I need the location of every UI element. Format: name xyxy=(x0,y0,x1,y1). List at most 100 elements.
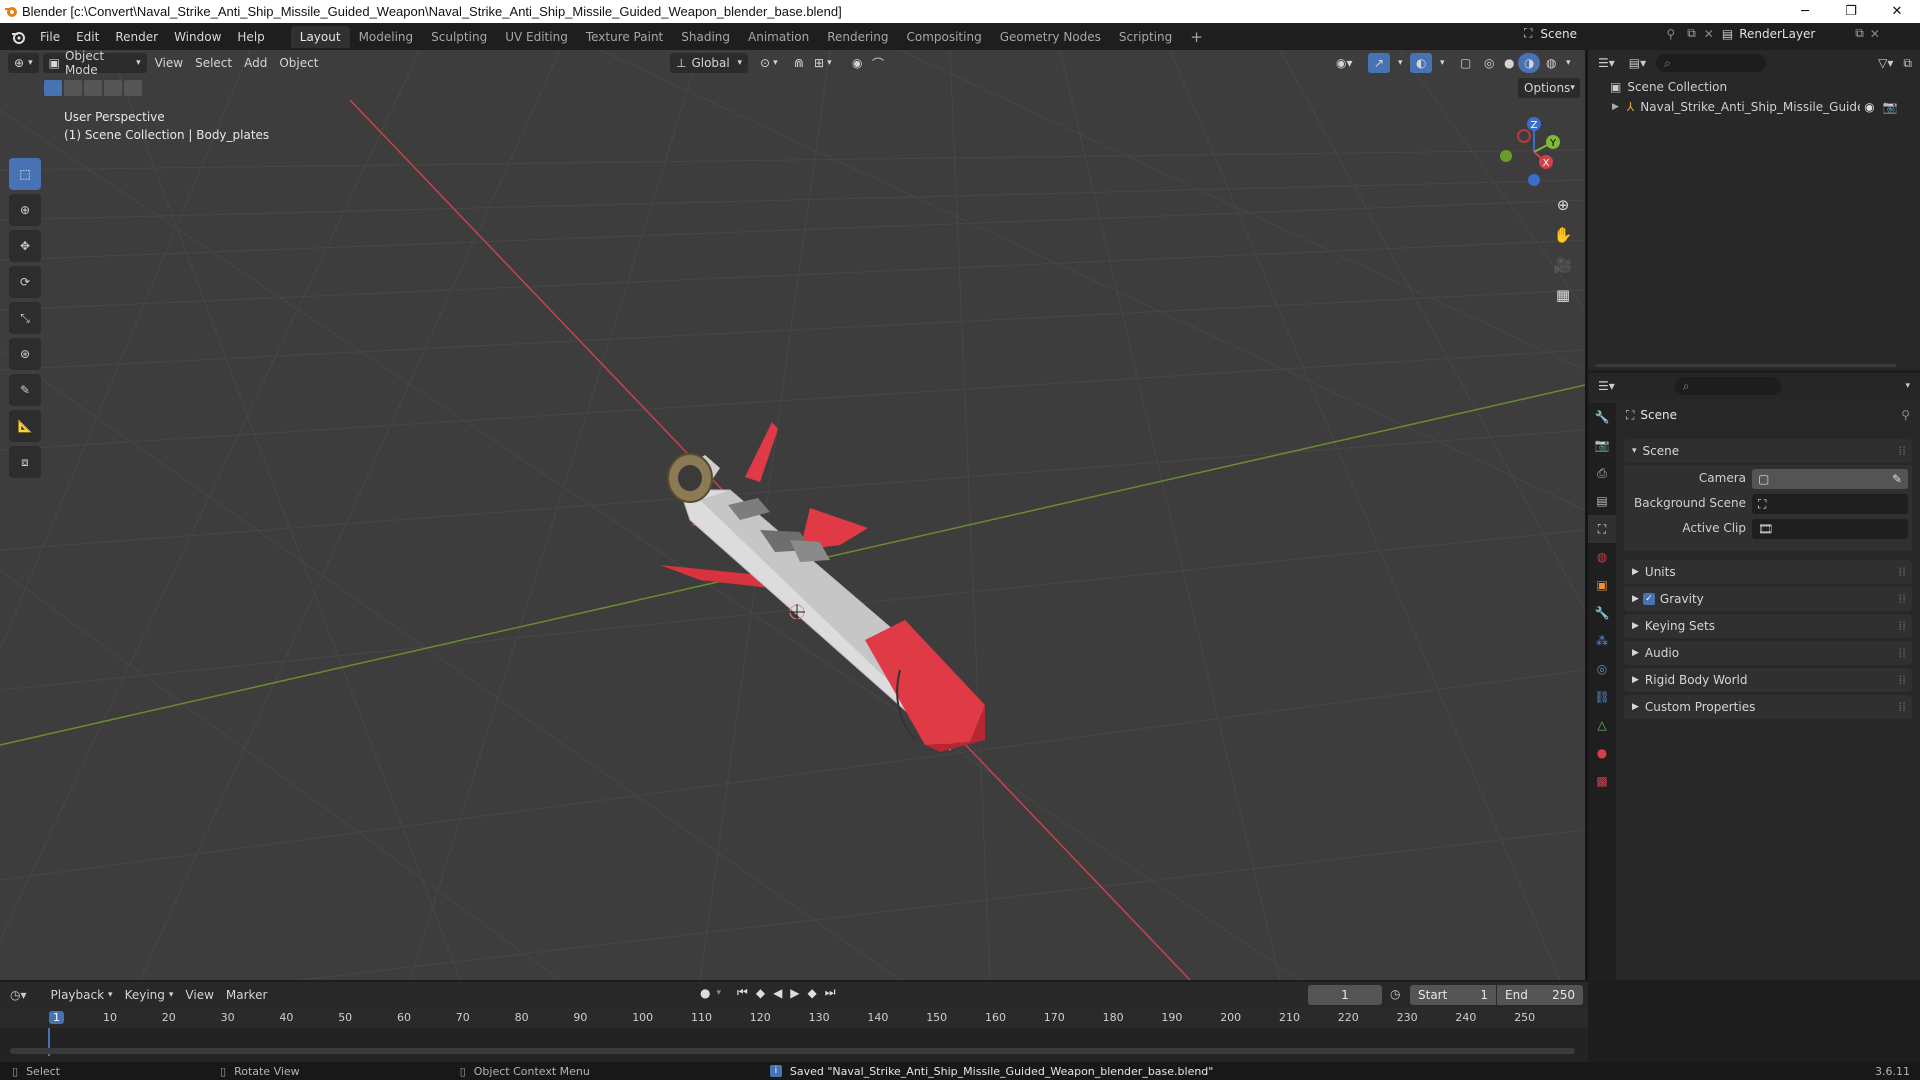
play-reverse-icon[interactable]: ◀ xyxy=(773,986,782,1000)
display-mode-icon[interactable]: ▤▾ xyxy=(1629,56,1646,70)
annotate-tool[interactable]: ✎ xyxy=(9,374,41,406)
tab-geometry-nodes[interactable]: Geometry Nodes xyxy=(991,26,1110,48)
tab-rendering[interactable]: Rendering xyxy=(818,26,897,48)
tab-modifiers[interactable]: 🔧 xyxy=(1588,599,1616,627)
menu-render[interactable]: Render xyxy=(107,30,166,44)
viewport-menu-object[interactable]: Object xyxy=(273,53,324,73)
scene-icon[interactable]: ⛶ xyxy=(1524,26,1532,41)
shading-material[interactable]: ◑ xyxy=(1518,53,1541,73)
select-new-button[interactable] xyxy=(44,80,62,96)
scene-section-header[interactable]: ▾ Scene ⁞⁞ xyxy=(1624,439,1912,463)
eyedropper-icon[interactable]: ✎ xyxy=(1892,472,1902,486)
select-extend-button[interactable] xyxy=(64,80,82,96)
next-keyframe-icon[interactable]: ◆ xyxy=(808,986,817,1000)
tab-data[interactable]: △ xyxy=(1588,711,1616,739)
tab-world[interactable]: ◍ xyxy=(1588,543,1616,571)
tab-animation[interactable]: Animation xyxy=(739,26,818,48)
3d-viewport[interactable]: ⊕ ▾ ▣ Object Mode ▾ View Select Add Objec… xyxy=(0,50,1585,980)
falloff-button[interactable]: ⌒ xyxy=(866,53,890,73)
camera-field[interactable]: ▢ ✎ xyxy=(1752,469,1908,489)
tab-shading[interactable]: Shading xyxy=(672,26,739,48)
delete-render-layer-icon[interactable]: ✕ xyxy=(1870,27,1880,41)
panel-rigid-body-world[interactable]: ▶ Rigid Body World ⁞⁞ xyxy=(1624,668,1912,692)
frame-ruler[interactable]: 1 10 20 30 40 50 60 70 80 90 100 110 120 130 140 150 160… xyxy=(0,1008,1588,1028)
minimize-button[interactable]: ─ xyxy=(1782,0,1828,23)
outliner-editor-icon[interactable]: ☰▾ xyxy=(1598,56,1615,70)
tab-particles[interactable]: ⁂ xyxy=(1588,627,1616,655)
tab-layout[interactable]: Layout xyxy=(290,25,350,48)
timeline-body[interactable]: 1 10 20 30 40 50 60 70 80 90 100 110 120 130 140 150 160… xyxy=(0,1008,1588,1062)
outliner-search[interactable]: ⌕ xyxy=(1656,54,1767,72)
timeline-scrollbar[interactable] xyxy=(10,1048,1575,1054)
outliner-item[interactable]: ▶ ⅄ Naval_Strike_Anti_Ship_Missile_Guide… xyxy=(1612,100,1912,114)
visibility-eye-icon[interactable]: ◉ xyxy=(1864,100,1874,114)
visibility-button[interactable]: ◉▾ xyxy=(1330,53,1359,73)
jump-end-icon[interactable]: ⏭ xyxy=(825,985,836,1000)
pin-icon[interactable]: ⚲ xyxy=(1666,27,1675,41)
select-intersect-button[interactable] xyxy=(124,80,142,96)
overlay-toggle[interactable]: ◐ xyxy=(1410,53,1433,73)
tab-sculpting[interactable]: Sculpting xyxy=(422,26,496,48)
background-scene-field[interactable]: ⛶ xyxy=(1752,494,1908,514)
drag-handle-icon[interactable]: ⁞⁞ xyxy=(1898,700,1906,714)
cursor-tool[interactable]: ⊕ xyxy=(9,194,41,226)
chevron-down-icon[interactable]: ▾ xyxy=(716,988,721,998)
tab-material[interactable]: ● xyxy=(1588,739,1616,767)
panel-units[interactable]: ▶ Units ⁞⁞ xyxy=(1624,560,1912,584)
panel-audio[interactable]: ▶ Audio ⁞⁞ xyxy=(1624,641,1912,665)
drag-handle-icon[interactable]: ⁞⁞ xyxy=(1898,592,1906,606)
editor-type-button[interactable]: ⊕ ▾ xyxy=(8,53,39,73)
tab-output[interactable]: ⎙ xyxy=(1588,459,1616,487)
panel-keying-sets[interactable]: ▶ Keying Sets ⁞⁞ xyxy=(1624,614,1912,638)
tab-scene[interactable]: ⛶ xyxy=(1588,515,1616,543)
orientation-selector[interactable]: ⊥ Global ▾ xyxy=(670,53,748,73)
navigation-gizmo[interactable]: Z Y X xyxy=(1490,112,1570,192)
gizmo-toggle[interactable]: ↗ xyxy=(1368,53,1391,73)
play-icon[interactable]: ▶ xyxy=(790,986,799,1000)
gizmo-neg-y[interactable] xyxy=(1500,150,1512,162)
transform-tool[interactable]: ⊛ xyxy=(9,338,41,370)
measure-tool[interactable]: 📐 xyxy=(9,410,41,442)
options-button[interactable]: Options ▾ xyxy=(1518,78,1580,98)
menu-file[interactable]: File xyxy=(32,30,68,44)
tab-physics[interactable]: ◎ xyxy=(1588,655,1616,683)
render-camera-icon[interactable]: 📷 xyxy=(1883,100,1898,114)
properties-options-icon[interactable]: ▾ xyxy=(1905,381,1910,391)
add-workspace-button[interactable]: + xyxy=(1181,24,1212,50)
record-keyframe-icon[interactable]: ● xyxy=(700,986,710,1000)
tab-compositing[interactable]: Compositing xyxy=(897,26,990,48)
delete-scene-icon[interactable]: ✕ xyxy=(1704,27,1714,41)
timeline-menu-view[interactable]: View xyxy=(179,985,219,1005)
tab-tool[interactable]: 🔧 xyxy=(1588,403,1616,431)
viewport-scene[interactable] xyxy=(0,50,1585,980)
select-subtract-button[interactable] xyxy=(84,80,102,96)
jump-start-icon[interactable]: ⏮ xyxy=(737,985,748,1000)
tab-view-layer[interactable]: ▤ xyxy=(1588,487,1616,515)
zoom-button[interactable]: ⊕ xyxy=(1550,196,1576,226)
tab-texture[interactable]: ▩ xyxy=(1588,767,1616,795)
viewport-menu-view[interactable]: View xyxy=(149,53,189,73)
tab-constraints[interactable]: ⛓ xyxy=(1588,683,1616,711)
new-scene-icon[interactable]: ⧉ xyxy=(1687,26,1696,41)
current-frame-field[interactable]: 1 xyxy=(1308,985,1382,1005)
tab-scripting[interactable]: Scripting xyxy=(1110,26,1181,48)
viewport-menu-select[interactable]: Select xyxy=(189,53,238,73)
render-layer-name[interactable]: RenderLayer xyxy=(1739,27,1849,41)
missile-model[interactable] xyxy=(660,422,985,752)
outliner-root[interactable]: ▣ Scene Collection xyxy=(1610,80,1727,94)
drag-handle-icon[interactable]: ⁞⁞ xyxy=(1898,619,1906,633)
gizmo-dropdown[interactable]: ▾ xyxy=(1392,53,1409,73)
scene-name[interactable]: Scene xyxy=(1540,27,1660,41)
outliner-scrollbar[interactable] xyxy=(1596,364,1896,367)
rotate-tool[interactable]: ⟳ xyxy=(9,266,41,298)
tab-object[interactable]: ▣ xyxy=(1588,571,1616,599)
blender-menu-icon[interactable] xyxy=(10,29,26,45)
add-cube-tool[interactable]: ⧈ xyxy=(9,446,41,478)
scale-tool[interactable]: ⤡ xyxy=(9,302,41,334)
tab-modeling[interactable]: Modeling xyxy=(350,26,423,48)
menu-edit[interactable]: Edit xyxy=(68,30,107,44)
snap-toggle[interactable]: ⋒ xyxy=(788,53,810,73)
move-tool[interactable]: ✥ xyxy=(9,230,41,262)
timeline-menu-keying[interactable]: Keying ▾ xyxy=(119,985,180,1005)
tab-uv-editing[interactable]: UV Editing xyxy=(496,26,577,48)
